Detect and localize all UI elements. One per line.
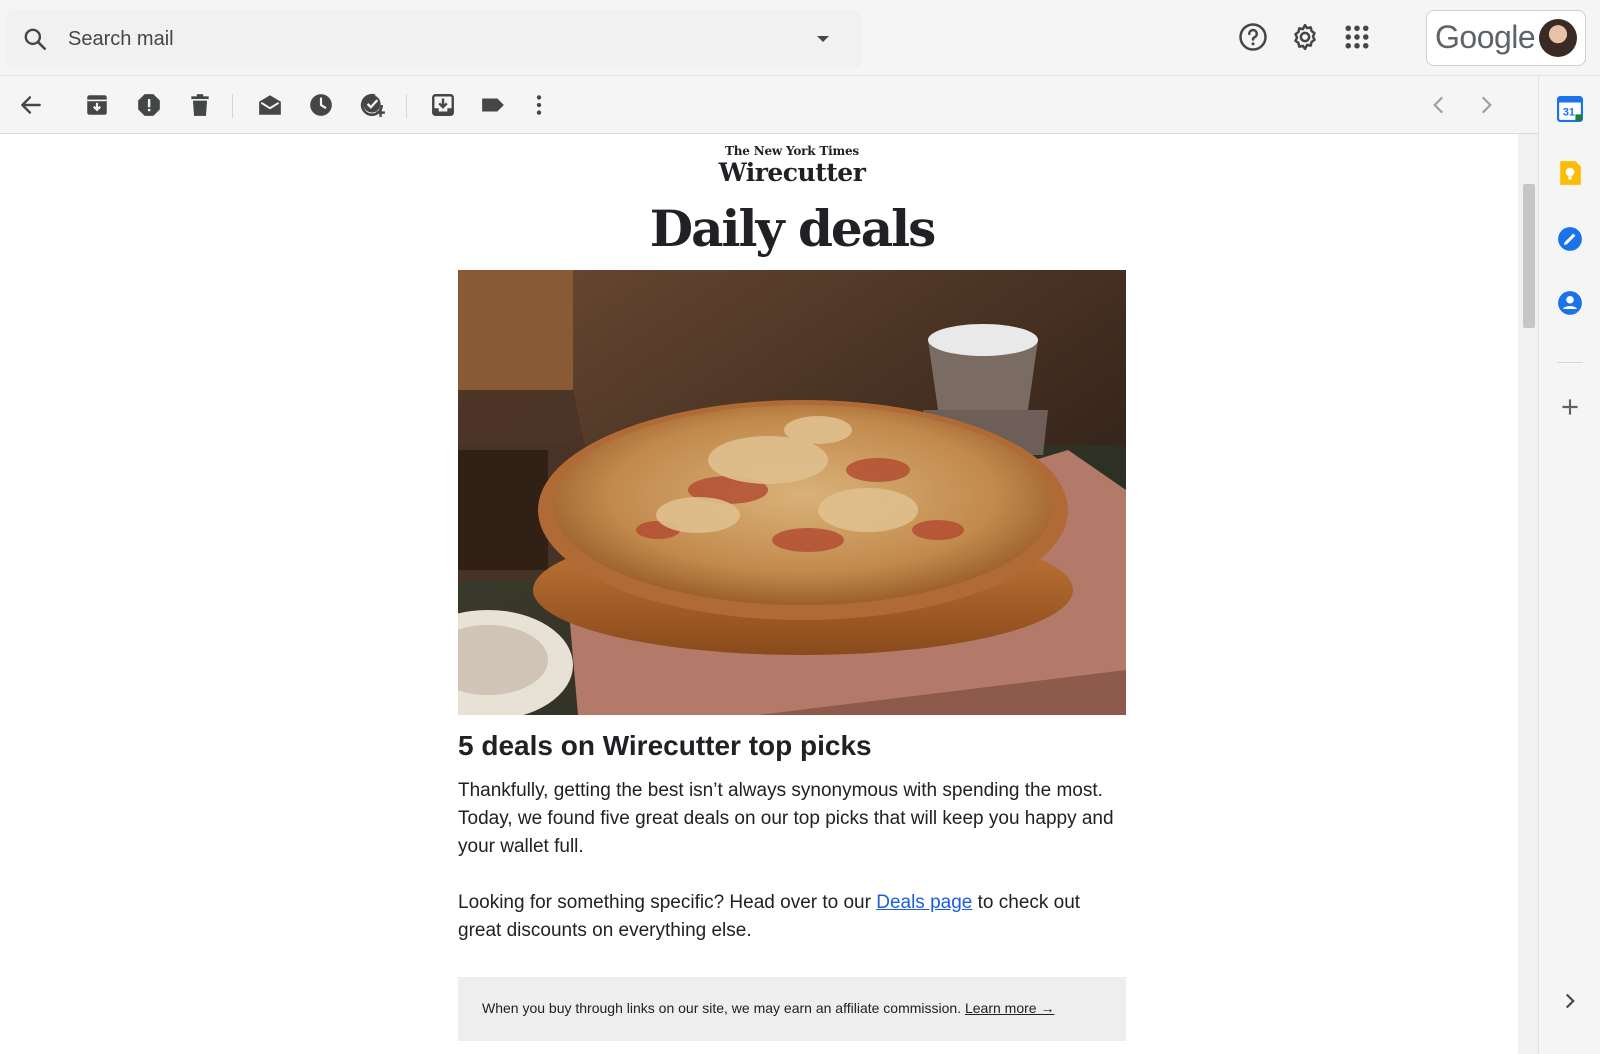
mark-unread-icon[interactable]	[257, 92, 283, 118]
report-spam-icon[interactable]	[136, 92, 162, 118]
avatar[interactable]	[1539, 19, 1577, 57]
learn-more-link[interactable]: Learn more →	[965, 1000, 1054, 1016]
search-icon[interactable]	[22, 26, 48, 52]
snooze-icon[interactable]	[308, 92, 334, 118]
hero-image-pie[interactable]	[458, 270, 1126, 715]
search-bar[interactable]: Search mail	[6, 10, 862, 68]
top-bar: Search mail Google	[0, 0, 1600, 76]
deals-page-link[interactable]: Deals page	[876, 892, 972, 913]
search-input[interactable]: Search mail	[68, 28, 174, 51]
google-logo: Google	[1435, 19, 1536, 55]
rail-divider	[1557, 362, 1583, 363]
affiliate-text: When you buy through links on our site, …	[482, 1000, 965, 1016]
apps-grid-icon[interactable]	[1342, 22, 1372, 52]
keep-icon[interactable]	[1557, 160, 1583, 186]
move-to-icon[interactable]	[430, 92, 456, 118]
next-icon[interactable]	[1473, 92, 1499, 118]
more-vert-icon[interactable]	[526, 92, 552, 118]
chevron-down-icon[interactable]	[816, 34, 830, 44]
email-body: The New York Times Wirecutter Daily deal…	[0, 134, 1518, 1054]
calendar-icon[interactable]: 31	[1557, 96, 1583, 122]
scrollbar[interactable]	[1518, 134, 1538, 1054]
previous-icon[interactable]	[1426, 92, 1452, 118]
article-headline: 5 deals on Wirecutter top picks	[458, 730, 872, 761]
contacts-icon[interactable]	[1557, 290, 1583, 316]
newsletter-title: Daily deals	[649, 199, 937, 258]
svg-text:31: 31	[1563, 107, 1575, 119]
expand-panel-icon[interactable]	[1557, 988, 1583, 1014]
toolbar-divider	[406, 94, 407, 118]
help-icon[interactable]	[1238, 22, 1268, 52]
intro-paragraph: Thankfully, getting the best isn’t alway…	[458, 780, 1114, 857]
add-addon-icon[interactable]	[1557, 394, 1583, 420]
side-panel-rail: 31	[1538, 76, 1600, 1054]
newsletter: The New York Times Wirecutter Daily deal…	[458, 134, 1126, 1041]
deals-text-before: Looking for something specific? Head ove…	[458, 892, 877, 913]
back-arrow-icon[interactable]	[18, 92, 44, 118]
affiliate-disclosure: When you buy through links on our site, …	[458, 977, 1126, 1041]
nyt-wordmark: The New York Times	[725, 144, 859, 158]
message-toolbar	[0, 76, 1538, 134]
archive-icon[interactable]	[84, 92, 110, 118]
account-switcher[interactable]: Google	[1426, 10, 1586, 66]
delete-icon[interactable]	[187, 92, 213, 118]
label-icon[interactable]	[480, 92, 506, 118]
deals-paragraph: Looking for something specific? Head ove…	[458, 889, 1126, 945]
settings-icon[interactable]	[1290, 22, 1320, 52]
tasks-icon[interactable]	[1557, 226, 1583, 252]
toolbar-divider	[232, 94, 233, 118]
wirecutter-logo[interactable]: Wirecutter	[458, 158, 1126, 188]
add-task-icon[interactable]	[360, 92, 386, 118]
scrollbar-thumb[interactable]	[1523, 184, 1535, 328]
